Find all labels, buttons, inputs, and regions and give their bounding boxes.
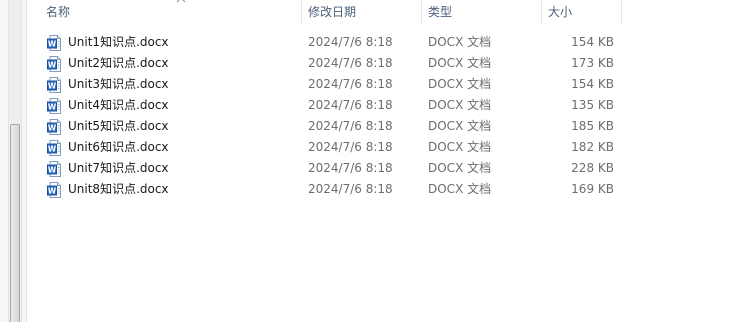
file-type: DOCX 文档 <box>428 77 492 91</box>
file-size: 154 KB <box>571 77 614 91</box>
file-type: DOCX 文档 <box>428 56 492 70</box>
navigation-pane <box>0 0 27 322</box>
column-header-bar: 名称 修改日期 类型 大小 <box>27 0 733 25</box>
file-size: 154 KB <box>571 35 614 49</box>
sort-arrow-icon <box>176 0 186 3</box>
word-doc-icon: W <box>47 182 61 198</box>
svg-text:W: W <box>48 144 57 153</box>
file-date: 2024/7/6 8:18 <box>308 56 393 70</box>
word-doc-icon: W <box>47 161 61 177</box>
file-date: 2024/7/6 8:18 <box>308 161 393 175</box>
column-header-size[interactable]: 大小 <box>542 0 622 25</box>
file-row[interactable]: W Unit7知识点.docx 2024/7/6 8:18 DOCX 文档 22… <box>40 158 620 179</box>
file-type: DOCX 文档 <box>428 182 492 196</box>
file-name: Unit7知识点.docx <box>68 161 169 175</box>
file-date: 2024/7/6 8:18 <box>308 35 393 49</box>
word-doc-icon: W <box>47 56 61 72</box>
file-row[interactable]: W Unit1知识点.docx 2024/7/6 8:18 DOCX 文档 15… <box>40 32 620 53</box>
file-name: Unit6知识点.docx <box>68 140 169 154</box>
file-row[interactable]: W Unit8知识点.docx 2024/7/6 8:18 DOCX 文档 16… <box>40 179 620 200</box>
word-doc-icon: W <box>47 98 61 114</box>
file-name: Unit3知识点.docx <box>68 77 169 91</box>
file-date: 2024/7/6 8:18 <box>308 77 393 91</box>
column-header-type[interactable]: 类型 <box>422 0 542 25</box>
file-name: Unit5知识点.docx <box>68 119 169 133</box>
file-type: DOCX 文档 <box>428 161 492 175</box>
file-size: 169 KB <box>571 182 614 196</box>
svg-text:W: W <box>48 102 57 111</box>
vertical-scrollbar[interactable] <box>8 0 22 322</box>
file-row[interactable]: W Unit3知识点.docx 2024/7/6 8:18 DOCX 文档 15… <box>40 74 620 95</box>
svg-text:W: W <box>48 186 57 195</box>
file-row[interactable]: W Unit6知识点.docx 2024/7/6 8:18 DOCX 文档 18… <box>40 137 620 158</box>
file-row[interactable]: W Unit5知识点.docx 2024/7/6 8:18 DOCX 文档 18… <box>40 116 620 137</box>
column-header-name[interactable]: 名称 <box>40 0 302 25</box>
file-row[interactable]: W Unit4知识点.docx 2024/7/6 8:18 DOCX 文档 13… <box>40 95 620 116</box>
file-date: 2024/7/6 8:18 <box>308 119 393 133</box>
svg-text:W: W <box>48 165 57 174</box>
svg-text:W: W <box>48 39 57 48</box>
file-size: 182 KB <box>571 140 614 154</box>
column-header-type-label: 类型 <box>428 5 453 19</box>
file-row[interactable]: W Unit2知识点.docx 2024/7/6 8:18 DOCX 文档 17… <box>40 53 620 74</box>
file-date: 2024/7/6 8:18 <box>308 182 393 196</box>
file-size: 185 KB <box>571 119 614 133</box>
file-date: 2024/7/6 8:18 <box>308 140 393 154</box>
svg-text:W: W <box>48 81 57 90</box>
file-type: DOCX 文档 <box>428 98 492 112</box>
column-header-name-label: 名称 <box>46 5 71 19</box>
file-name: Unit8知识点.docx <box>68 182 169 196</box>
word-doc-icon: W <box>47 140 61 156</box>
file-size: 228 KB <box>571 161 614 175</box>
file-type: DOCX 文档 <box>428 140 492 154</box>
file-name: Unit2知识点.docx <box>68 56 169 70</box>
svg-text:W: W <box>48 123 57 132</box>
file-size: 135 KB <box>571 98 614 112</box>
file-date: 2024/7/6 8:18 <box>308 98 393 112</box>
file-name: Unit4知识点.docx <box>68 98 169 112</box>
file-type: DOCX 文档 <box>428 35 492 49</box>
word-doc-icon: W <box>47 77 61 93</box>
file-name: Unit1知识点.docx <box>68 35 169 49</box>
word-doc-icon: W <box>47 35 61 51</box>
word-doc-icon: W <box>47 119 61 135</box>
column-header-size-label: 大小 <box>548 5 573 19</box>
column-header-date[interactable]: 修改日期 <box>302 0 422 25</box>
file-list: W Unit1知识点.docx 2024/7/6 8:18 DOCX 文档 15… <box>40 32 640 200</box>
file-type: DOCX 文档 <box>428 119 492 133</box>
svg-text:W: W <box>48 60 57 69</box>
column-header-date-label: 修改日期 <box>308 5 357 19</box>
file-size: 173 KB <box>571 56 614 70</box>
scrollbar-thumb[interactable] <box>10 124 20 322</box>
